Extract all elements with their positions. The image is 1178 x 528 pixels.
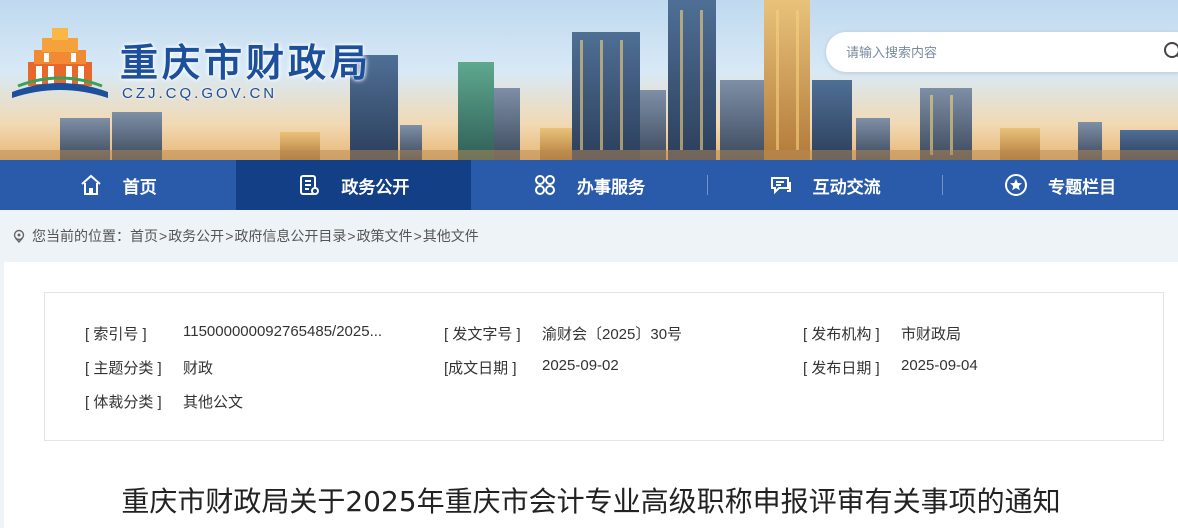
nav-item-label: 政务公开 [341,177,410,198]
meta-value: 其他公文 [183,394,244,411]
breadcrumb-link-info-directory[interactable]: 政府信息公开目录 [234,226,346,246]
nav-item-open-government[interactable]: 政务公开 [235,160,472,210]
breadcrumb-link-open-government[interactable]: 政务公开 [168,226,224,246]
nav-item-interaction[interactable]: 互动交流 [706,160,943,210]
article-panel: [ 索引号 ] 115000000092765485/2025... [ 发文字… [4,262,1178,528]
nav-item-label: 专题栏目 [1048,177,1117,198]
site-title[interactable]: 重庆市财政局 [120,32,372,87]
nav-item-label: 首页 [122,177,157,198]
meta-label: [ 发文字号 ] [444,326,521,343]
main-nav: 首页 政务公开 办事服务 互动交流 专题栏目 [0,160,1178,210]
star-circle-icon [1005,174,1028,196]
breadcrumb-link-home[interactable]: 首页 [130,226,158,246]
meta-topic: [ 主题分类 ] 财政 [85,357,213,378]
nav-item-services[interactable]: 办事服务 [471,160,707,210]
site-url: CZJ.CQ.GOV.CN [122,85,278,102]
document-meta-box: [ 索引号 ] 115000000092765485/2025... [ 发文字… [44,292,1164,441]
breadcrumb-prefix: 您当前的位置： [32,228,130,244]
breadcrumb-separator: > [159,228,168,244]
search-box [826,32,1178,72]
breadcrumb-separator: > [413,228,422,244]
meta-doc-number: [ 发文字号 ] 渝财会〔2025〕30号 [444,323,682,344]
header-banner: 重庆市财政局 CZJ.CQ.GOV.CN [0,0,1178,160]
meta-value: 渝财会〔2025〕30号 [542,326,683,343]
meta-label: [ 发布日期 ] [803,360,880,377]
nav-item-label: 办事服务 [576,177,645,198]
meta-value: 2025-09-02 [542,357,619,374]
meta-label: [成文日期 ] [444,360,517,377]
breadcrumb-separator: > [347,228,356,244]
search-icon[interactable] [1162,40,1178,64]
breadcrumb-separator: > [225,228,234,244]
nav-item-topics[interactable]: 专题栏目 [942,160,1178,210]
breadcrumb-link-policy-files[interactable]: 政策文件 [357,226,413,246]
meta-written-date: [成文日期 ] 2025-09-02 [444,357,619,378]
meta-value: 市财政局 [901,326,962,343]
meta-label: [ 索引号 ] [85,326,147,343]
chat-bubble-icon [770,177,791,195]
breadcrumb-link-other-files[interactable]: 其他文件 [423,226,479,246]
breadcrumb: 您当前的位置： 首页 > 政务公开 > 政府信息公开目录 > 政策文件 > 其他… [0,210,1178,262]
meta-label: [ 主题分类 ] [85,360,162,377]
search-input[interactable] [846,32,1146,72]
meta-index: [ 索引号 ] 115000000092765485/2025... [85,323,382,344]
meta-publish-date: [ 发布日期 ] 2025-09-04 [803,357,978,378]
meta-label: [ 体裁分类 ] [85,394,162,411]
meta-value: 115000000092765485/2025... [183,323,383,340]
site-logo-icon [12,28,108,98]
nav-item-label: 互动交流 [812,177,881,198]
meta-value: 2025-09-04 [901,357,978,374]
meta-genre: [ 体裁分类 ] 其他公文 [85,391,243,412]
nav-item-home[interactable]: 首页 [0,160,236,210]
article-title: 重庆市财政局关于2025年重庆市会计专业高级职称申报评审有关事项的通知 [121,485,1061,518]
services-grid-icon [534,175,555,195]
location-pin-icon [13,229,25,243]
meta-label: [ 发布机构 ] [803,326,880,343]
meta-value: 财政 [183,360,214,377]
document-list-icon [300,175,320,195]
home-icon [81,174,101,195]
meta-issuer: [ 发布机构 ] 市财政局 [803,323,961,344]
